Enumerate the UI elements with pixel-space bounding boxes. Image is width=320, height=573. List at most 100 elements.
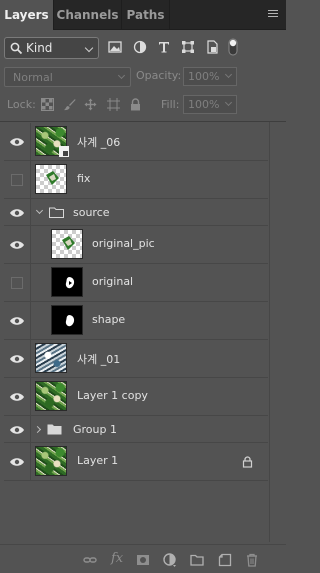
- visibility-divider: [30, 340, 31, 377]
- visibility-divider: [30, 264, 31, 301]
- type-filter-icon[interactable]: [157, 40, 171, 54]
- layer-name: shape: [92, 313, 126, 326]
- layer-name: original: [92, 275, 134, 288]
- layer-row[interactable]: Layer 1 copy: [4, 378, 268, 416]
- eye-icon[interactable]: [9, 136, 25, 148]
- visibility-toggle[interactable]: [11, 277, 23, 289]
- smart-object-badge-icon: [59, 146, 69, 157]
- opacity-label: Opacity:: [136, 69, 182, 82]
- tab-channels[interactable]: Channels: [54, 0, 122, 30]
- group-row[interactable]: source: [4, 199, 268, 226]
- lock-position-icon[interactable]: [84, 98, 97, 111]
- lock-icon: [242, 456, 253, 468]
- collapse-chevron-icon[interactable]: [33, 425, 42, 434]
- lock-image-pixels-icon[interactable]: [63, 98, 76, 111]
- visibility-divider: [30, 443, 31, 480]
- chevron-down-icon: [224, 98, 233, 107]
- panel-menu-icon[interactable]: [268, 10, 278, 19]
- group-name: Group 1: [73, 423, 117, 436]
- layer-thumbnail: [51, 267, 83, 297]
- adjustment-filter-icon[interactable]: [133, 40, 147, 54]
- new-adjustment-icon[interactable]: [163, 553, 177, 567]
- panel-tab-bar: Layers Channels Paths: [0, 0, 286, 30]
- fx-icon[interactable]: fx: [111, 551, 123, 566]
- visibility-divider: [30, 161, 31, 198]
- lock-label: Lock:: [7, 98, 36, 111]
- delete-layer-icon[interactable]: [245, 553, 259, 567]
- image-filter-icon[interactable]: [108, 40, 122, 54]
- eye-icon[interactable]: [9, 239, 25, 251]
- new-layer-icon[interactable]: [218, 553, 232, 567]
- toolbar-divider: [0, 121, 286, 122]
- lock-row: Lock: Fill: 100%: [0, 91, 286, 119]
- opacity-dropdown[interactable]: [222, 67, 237, 86]
- chevron-down-icon: [224, 70, 233, 79]
- blend-mode-value: Normal: [13, 71, 53, 84]
- eye-icon[interactable]: [9, 391, 25, 403]
- layer-name: 사계 _06: [77, 136, 121, 149]
- lock-artboard-icon[interactable]: [107, 98, 120, 111]
- group-name: source: [73, 206, 110, 219]
- blend-row: Normal Opacity: 100%: [0, 64, 286, 90]
- visibility-divider: [30, 302, 31, 339]
- layers-bottom-toolbar: fx: [0, 544, 286, 573]
- layer-thumbnail: [35, 343, 67, 373]
- visibility-divider: [30, 123, 31, 160]
- cutout-shape-icon: [62, 236, 75, 250]
- shape-filter-icon[interactable]: [181, 40, 195, 54]
- visibility-divider: [30, 199, 31, 225]
- visibility-toggle[interactable]: [11, 174, 23, 186]
- layers-list: 사계 _06 fix source original_pic original …: [4, 123, 268, 481]
- new-group-icon[interactable]: [190, 553, 204, 567]
- fill-dropdown[interactable]: [222, 95, 237, 114]
- layer-thumbnail: [35, 381, 67, 411]
- layers-scrollbar[interactable]: [269, 122, 286, 542]
- filter-toggle-icon[interactable]: [228, 38, 238, 56]
- expand-chevron-icon[interactable]: [35, 206, 44, 215]
- layer-row[interactable]: Layer 1: [4, 443, 268, 481]
- layer-row[interactable]: 사계 _01: [4, 340, 268, 378]
- tab-layers[interactable]: Layers: [0, 0, 54, 30]
- eye-icon[interactable]: [9, 353, 25, 365]
- layer-thumbnail: [35, 446, 67, 476]
- eye-icon[interactable]: [9, 207, 25, 219]
- layer-row[interactable]: original_pic: [4, 226, 268, 264]
- layer-row[interactable]: original: [4, 264, 268, 302]
- layer-name: fix: [77, 172, 91, 185]
- lock-transparent-pixels-icon[interactable]: [41, 98, 54, 111]
- layer-name: Layer 1: [77, 454, 119, 467]
- group-row[interactable]: Group 1: [4, 416, 268, 443]
- cutout-shape-icon: [46, 171, 59, 185]
- smart-object-filter-icon[interactable]: [205, 40, 219, 54]
- lock-all-icon[interactable]: [129, 98, 142, 111]
- fill-input[interactable]: 100%: [183, 95, 223, 114]
- mask-shape-icon: [65, 277, 75, 289]
- add-mask-icon[interactable]: [136, 553, 150, 567]
- layer-filter-row: Kind: [0, 31, 286, 63]
- link-layers-icon[interactable]: [83, 553, 97, 567]
- tab-paths[interactable]: Paths: [122, 0, 170, 30]
- chevron-down-icon: [84, 43, 94, 53]
- opacity-input[interactable]: 100%: [183, 67, 223, 86]
- folder-icon: [49, 207, 64, 218]
- layer-row[interactable]: 사계 _06: [4, 123, 268, 161]
- eye-icon[interactable]: [9, 424, 25, 436]
- filter-kind-select[interactable]: Kind: [4, 37, 99, 59]
- fill-label: Fill:: [161, 98, 180, 111]
- layer-row[interactable]: shape: [4, 302, 268, 340]
- layer-name: Layer 1 copy: [77, 389, 148, 402]
- eye-icon[interactable]: [9, 315, 25, 327]
- visibility-divider: [30, 416, 31, 442]
- visibility-divider: [30, 226, 31, 263]
- layer-name: 사계 _01: [77, 353, 121, 366]
- filter-kind-label: Kind: [26, 41, 53, 55]
- layer-thumbnail: [51, 305, 83, 335]
- search-icon: [10, 42, 23, 55]
- layer-thumbnail: [51, 229, 83, 259]
- folder-icon: [47, 424, 62, 435]
- layer-row[interactable]: fix: [4, 161, 268, 199]
- blend-mode-select[interactable]: Normal: [4, 67, 131, 87]
- eye-icon[interactable]: [9, 456, 25, 468]
- chevron-down-icon: [117, 71, 126, 80]
- mask-shape-icon: [65, 315, 75, 327]
